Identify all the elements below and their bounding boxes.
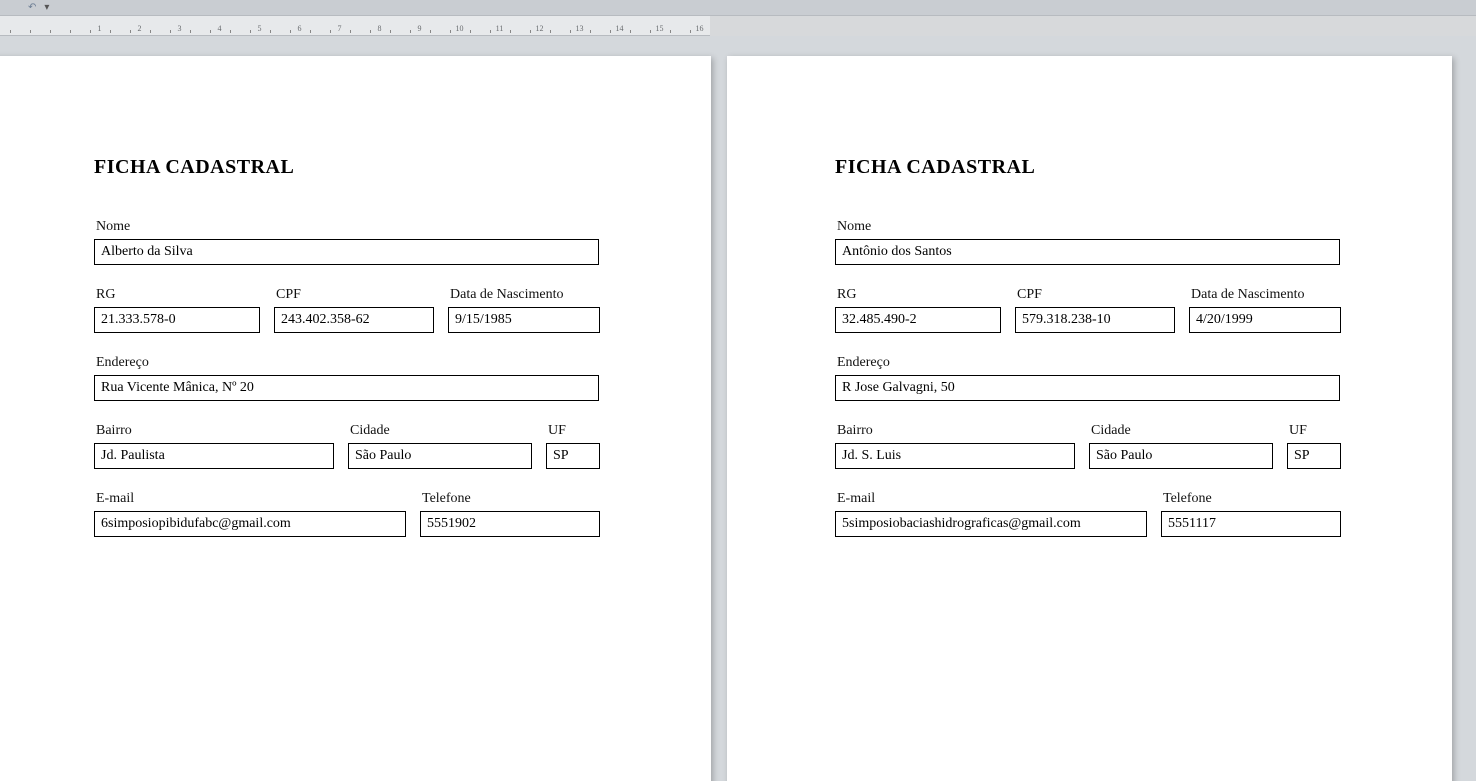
form-field: UF SP	[546, 423, 600, 469]
endereco-field[interactable]: Rua Vicente Mânica, Nº 20	[94, 375, 599, 401]
customize-qat-icon[interactable]: ▾	[44, 2, 49, 13]
bairro-field[interactable]: Jd. S. Luis	[835, 443, 1075, 469]
form-row: Endereço R Jose Galvagni, 50	[835, 355, 1340, 401]
form-field: Bairro Jd. Paulista	[94, 423, 334, 469]
cidade-label: Cidade	[348, 423, 532, 439]
nome-label: Nome	[835, 219, 1340, 235]
uf-field[interactable]: SP	[1287, 443, 1341, 469]
telefone-label: Telefone	[420, 491, 600, 507]
form-field: Cidade São Paulo	[348, 423, 532, 469]
form-field: RG 32.485.490-2	[835, 287, 1001, 333]
cpf-label: CPF	[274, 287, 434, 303]
form-field: E-mail 5simposiobaciashidrograficas@gmail…	[835, 491, 1147, 537]
form-field: Endereço Rua Vicente Mânica, Nº 20	[94, 355, 599, 401]
form-row: Nome Antônio dos Santos	[835, 219, 1340, 265]
uf-label: UF	[1287, 423, 1341, 439]
bairro-field[interactable]: Jd. Paulista	[94, 443, 334, 469]
form-title: FICHA CADASTRAL	[94, 156, 603, 179]
email-label: E-mail	[94, 491, 406, 507]
bairro-label: Bairro	[94, 423, 334, 439]
form-field: Cidade São Paulo	[1089, 423, 1273, 469]
endereco-label: Endereço	[835, 355, 1340, 371]
bairro-label: Bairro	[835, 423, 1075, 439]
form-field: Endereço R Jose Galvagni, 50	[835, 355, 1340, 401]
rg-label: RG	[94, 287, 260, 303]
email-label: E-mail	[835, 491, 1147, 507]
endereco-field[interactable]: R Jose Galvagni, 50	[835, 375, 1340, 401]
form-row: E-mail 6simposiopibidufabc@gmail.com Telef…	[94, 491, 599, 537]
telefone-label: Telefone	[1161, 491, 1341, 507]
email-field[interactable]: 5simposiobaciashidrograficas@gmail.com	[835, 511, 1147, 537]
dob-field[interactable]: 9/15/1985	[448, 307, 600, 333]
telefone-field[interactable]: 5551117	[1161, 511, 1341, 537]
cidade-label: Cidade	[1089, 423, 1273, 439]
form-field: Bairro Jd. S. Luis	[835, 423, 1075, 469]
form-row: Endereço Rua Vicente Mânica, Nº 20	[94, 355, 599, 401]
telefone-field[interactable]: 5551902	[420, 511, 600, 537]
nome-field[interactable]: Alberto da Silva	[94, 239, 599, 265]
email-field[interactable]: 6simposiopibidufabc@gmail.com	[94, 511, 406, 537]
cpf-field[interactable]: 579.318.238-10	[1015, 307, 1175, 333]
form-title: FICHA CADASTRAL	[835, 156, 1344, 179]
uf-field[interactable]: SP	[546, 443, 600, 469]
rg-field[interactable]: 21.333.578-0	[94, 307, 260, 333]
form-field: Telefone 5551117	[1161, 491, 1341, 537]
form-field: E-mail 6simposiopibidufabc@gmail.com	[94, 491, 406, 537]
form-row: RG 21.333.578-0 CPF 243.402.358-62 Data de N…	[94, 287, 599, 333]
form-field: UF SP	[1287, 423, 1341, 469]
form-row: E-mail 5simposiobaciashidrograficas@gmail…	[835, 491, 1340, 537]
form-field: CPF 243.402.358-62	[274, 287, 434, 333]
form-field: Nome Antônio dos Santos	[835, 219, 1340, 265]
cpf-field[interactable]: 243.402.358-62	[274, 307, 434, 333]
form-field: Data de Nascimento 9/15/1985	[448, 287, 600, 333]
cidade-field[interactable]: São Paulo	[1089, 443, 1273, 469]
cpf-label: CPF	[1015, 287, 1175, 303]
quick-access-toolbar: ↶ ▾	[0, 0, 1476, 16]
document-workspace[interactable]: FICHA CADASTRAL Nome Alberto da Silva RG 21.…	[0, 36, 1476, 781]
form-field: Nome Alberto da Silva	[94, 219, 599, 265]
undo-icon[interactable]: ↶	[28, 2, 36, 13]
rg-field[interactable]: 32.485.490-2	[835, 307, 1001, 333]
form-row: Nome Alberto da Silva	[94, 219, 599, 265]
dob-field[interactable]: 4/20/1999	[1189, 307, 1341, 333]
dob-label: Data de Nascimento	[448, 287, 600, 303]
form-row: RG 32.485.490-2 CPF 579.318.238-10 Data de N…	[835, 287, 1340, 333]
form-field: CPF 579.318.238-10	[1015, 287, 1175, 333]
cidade-field[interactable]: São Paulo	[348, 443, 532, 469]
form-field: RG 21.333.578-0	[94, 287, 260, 333]
form-row: Bairro Jd. S. Luis Cidade São Paulo UF SP	[835, 423, 1340, 469]
nome-field[interactable]: Antônio dos Santos	[835, 239, 1340, 265]
document-page[interactable]: FICHA CADASTRAL Nome Antônio dos Santos RG 3…	[727, 56, 1452, 781]
endereco-label: Endereço	[94, 355, 599, 371]
rg-label: RG	[835, 287, 1001, 303]
nome-label: Nome	[94, 219, 599, 235]
form-field: Telefone 5551902	[420, 491, 600, 537]
document-page[interactable]: FICHA CADASTRAL Nome Alberto da Silva RG 21.…	[0, 56, 711, 781]
form-field: Data de Nascimento 4/20/1999	[1189, 287, 1341, 333]
dob-label: Data de Nascimento	[1189, 287, 1341, 303]
horizontal-ruler[interactable]: 1234567891011121314151617	[0, 16, 1476, 36]
form-row: Bairro Jd. Paulista Cidade São Paulo UF SP	[94, 423, 599, 469]
uf-label: UF	[546, 423, 600, 439]
